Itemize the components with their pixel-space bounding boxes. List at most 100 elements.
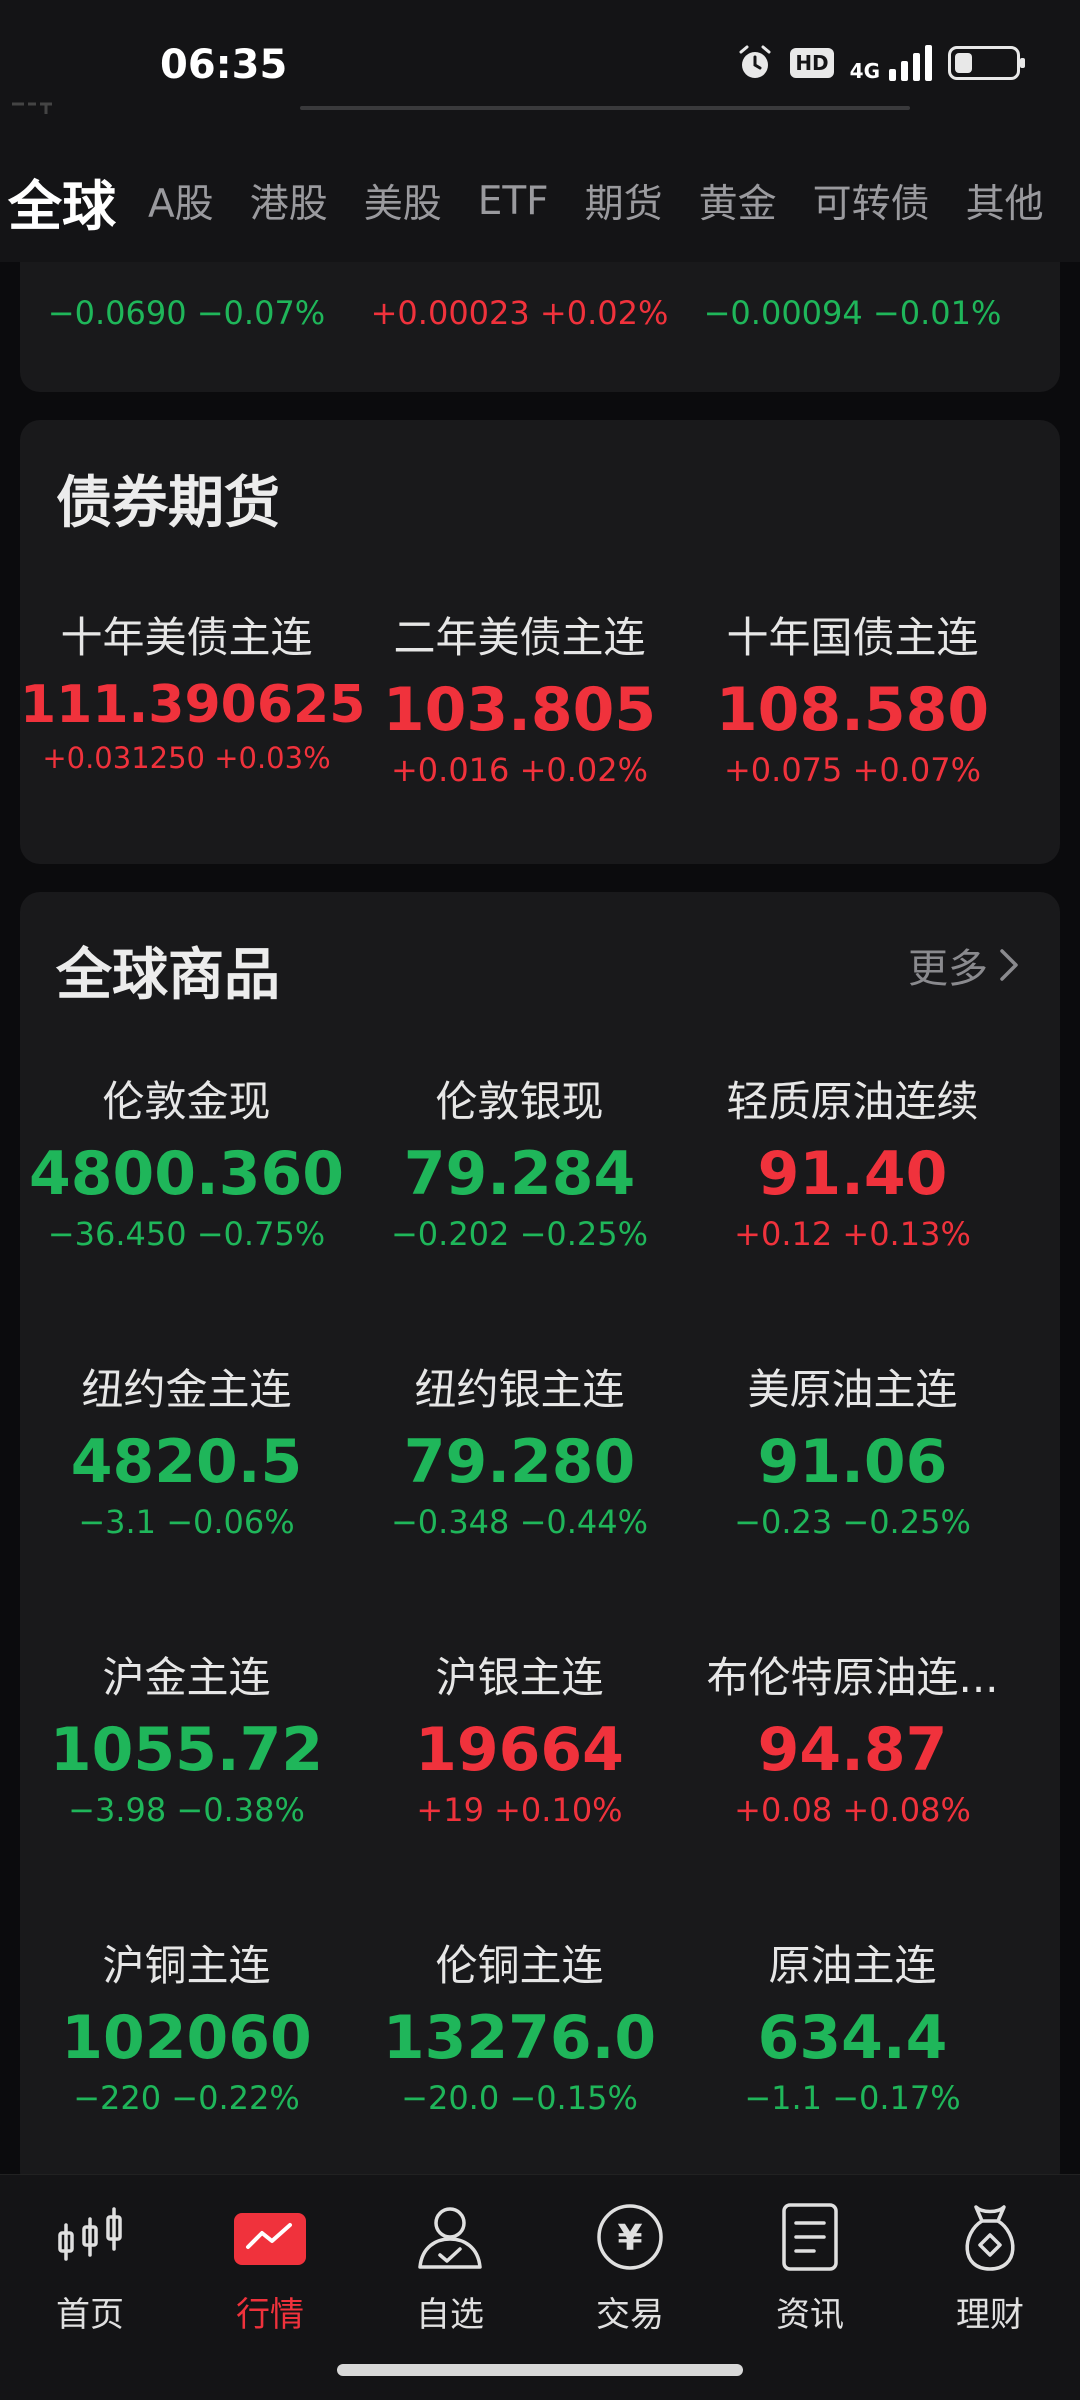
- quote-change: −3.1 −0.06%: [78, 1503, 295, 1541]
- quote-price: 79.284: [403, 1139, 636, 1209]
- nav-label: 行情: [236, 2295, 304, 2335]
- commodity-quote-tile[interactable]: 伦敦金现 4800.360 −36.450 −0.75%: [20, 1068, 353, 1253]
- tab-futures[interactable]: 期货: [585, 173, 663, 229]
- quote-change: −220 −0.22%: [73, 2079, 300, 2117]
- pull-indicator: [300, 106, 910, 110]
- battery-icon: [948, 46, 1025, 80]
- nav-label: 理财: [956, 2295, 1024, 2335]
- quote-change: −1.1 −0.17%: [744, 2079, 961, 2117]
- nav-watchlist[interactable]: 自选: [360, 2199, 540, 2336]
- nav-label: 首页: [56, 2295, 124, 2335]
- quote-tile[interactable]: 十年国债主连 108.580 +0.075 +0.07%: [686, 604, 1019, 789]
- status-bar: 06:35 HD 4G: [0, 0, 1080, 140]
- app-logo-fragment-icon: [12, 102, 52, 114]
- quote-price: 634.4: [757, 2003, 948, 2073]
- more-label: 更多: [908, 946, 988, 992]
- quote-name: 十年美债主连: [60, 613, 313, 662]
- commodity-quote-tile[interactable]: 伦敦银现 79.284 −0.202 −0.25%: [353, 1068, 686, 1253]
- commodity-quote-tile[interactable]: 轻质原油连续 91.40 +0.12 +0.13%: [686, 1068, 1019, 1253]
- quote-price: 94.87: [757, 1715, 948, 1785]
- tab-us-stock[interactable]: 美股: [364, 173, 442, 229]
- quote-name: 布伦特原油连...: [706, 1653, 999, 1702]
- alarm-icon: [739, 45, 771, 78]
- candlestick-icon: [58, 2207, 122, 2261]
- tab-global[interactable]: 全球: [8, 162, 116, 241]
- signal-icon: 4G: [850, 45, 932, 81]
- hd-icon: HD: [790, 48, 834, 78]
- quote-price: 19664: [415, 1715, 624, 1785]
- quote-change: −0.202 −0.25%: [390, 1215, 649, 1253]
- user-check-icon: [418, 2207, 482, 2269]
- nav-news[interactable]: 资讯: [720, 2199, 900, 2336]
- quote-change: −20.0 −0.15%: [401, 2079, 638, 2117]
- commodity-quote-tile[interactable]: 沪铜主连 102060 −220 −0.22%: [20, 1932, 353, 2117]
- quote-name: 伦敦金现: [102, 1077, 271, 1126]
- quote-change: −0.23 −0.25%: [734, 1503, 971, 1541]
- home-indicator[interactable]: [337, 2364, 743, 2376]
- quote-change: −3.98 −0.38%: [68, 1791, 305, 1829]
- svg-text:¥: ¥: [617, 2218, 642, 2259]
- quote-change: +0.031250 +0.03%: [42, 741, 331, 775]
- quote-price: 111.390625: [20, 675, 366, 735]
- status-time: 06:35: [160, 42, 288, 88]
- global-commodities-card: 全球商品 更多 伦敦金现 4800.360 −36.450 −0.75% 伦敦银现 79…: [20, 892, 1060, 2192]
- yen-circle-icon: ¥: [597, 2204, 663, 2270]
- quote-tile[interactable]: 二年美债主连 103.805 +0.016 +0.02%: [353, 604, 686, 789]
- quote-name: 沪银主连: [435, 1653, 604, 1702]
- quote-price: 4800.360: [28, 1139, 345, 1209]
- quote-name: 伦敦银现: [435, 1077, 604, 1126]
- quote-price: 79.280: [403, 1427, 636, 1497]
- quote-price: 1055.72: [49, 1715, 324, 1785]
- tab-etf[interactable]: ETF: [478, 179, 549, 224]
- quote-name: 沪金主连: [102, 1653, 271, 1702]
- quote-name: 十年国债主连: [726, 613, 979, 662]
- quote-change: +0.075 +0.07%: [723, 751, 982, 789]
- quote-change: +0.12 +0.13%: [734, 1215, 971, 1253]
- quote-name: 纽约金主连: [81, 1365, 292, 1414]
- quote-tile[interactable]: −0.00094 −0.01%: [686, 288, 1019, 332]
- commodity-quote-tile[interactable]: 纽约金主连 4820.5 −3.1 −0.06%: [20, 1356, 353, 1541]
- quote-price: 4820.5: [70, 1427, 303, 1497]
- tab-others[interactable]: 其他: [966, 173, 1044, 229]
- nav-trade[interactable]: ¥ 交易: [540, 2199, 720, 2336]
- commodity-quote-tile[interactable]: 纽约银主连 79.280 −0.348 −0.44%: [353, 1356, 686, 1541]
- more-link[interactable]: 更多: [908, 936, 1020, 994]
- quote-change: +0.016 +0.02%: [390, 751, 649, 789]
- quote-tile[interactable]: −0.0690 −0.07%: [20, 288, 353, 332]
- quote-name: 轻质原油连续: [726, 1077, 979, 1126]
- tab-a-share[interactable]: A股: [148, 173, 214, 229]
- quote-change: +19 +0.10%: [416, 1791, 623, 1829]
- commodity-quote-tile[interactable]: 美原油主连 91.06 −0.23 −0.25%: [686, 1356, 1019, 1541]
- nav-home[interactable]: 首页: [0, 2199, 180, 2336]
- nav-label: 自选: [416, 2295, 484, 2335]
- quote-name: 伦铜主连: [435, 1941, 604, 1990]
- commodity-quote-tile[interactable]: 伦铜主连 13276.0 −20.0 −0.15%: [353, 1932, 686, 2117]
- quote-name: 原油主连: [768, 1941, 937, 1990]
- quote-change: +0.00023 +0.02%: [370, 294, 669, 332]
- commodity-quote-tile[interactable]: 沪金主连 1055.72 −3.98 −0.38%: [20, 1644, 353, 1829]
- section-title: 全球商品: [56, 943, 280, 1008]
- quote-tile[interactable]: 十年美债主连 111.390625 +0.031250 +0.03%: [20, 604, 366, 775]
- money-bag-icon: [965, 2205, 1015, 2271]
- quote-price: 108.580: [715, 675, 990, 745]
- quote-tile[interactable]: +0.00023 +0.02%: [353, 288, 686, 332]
- quote-price: 91.40: [757, 1139, 948, 1209]
- quote-price: 13276.0: [382, 2003, 657, 2073]
- tab-gold[interactable]: 黄金: [699, 173, 777, 229]
- quote-price: 91.06: [757, 1427, 948, 1497]
- commodity-quote-tile[interactable]: 布伦特原油连... 94.87 +0.08 +0.08%: [686, 1644, 1019, 1829]
- nav-label: 交易: [596, 2295, 664, 2335]
- market-page: 06:35 HD 4G 全球 A股 港股 美股 ETF 期货 黄金 可转债 其他…: [0, 0, 1080, 2400]
- chevron-right-icon: [1000, 949, 1018, 981]
- commodity-quote-tile[interactable]: 沪银主连 19664 +19 +0.10%: [353, 1644, 686, 1829]
- tab-hk-stock[interactable]: 港股: [250, 173, 328, 229]
- nav-label: 资讯: [776, 2295, 844, 2335]
- quote-change: +0.08 +0.08%: [734, 1791, 971, 1829]
- commodity-quote-tile[interactable]: 原油主连 634.4 −1.1 −0.17%: [686, 1932, 1019, 2117]
- quote-price: 103.805: [382, 675, 657, 745]
- document-icon: [782, 2203, 838, 2271]
- bond-futures-card: 债券期货 十年美债主连 111.390625 +0.031250 +0.03% …: [20, 420, 1060, 864]
- nav-market[interactable]: 行情: [180, 2199, 360, 2336]
- tab-convertible-bond[interactable]: 可转债: [813, 173, 930, 229]
- nav-wealth[interactable]: 理财: [900, 2199, 1080, 2336]
